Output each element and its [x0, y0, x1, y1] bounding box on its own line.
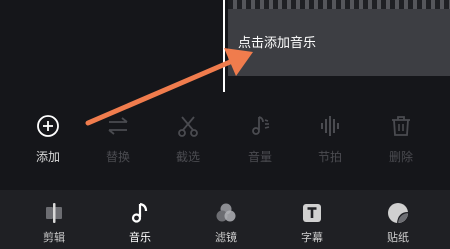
nav-item-music[interactable]: 音乐 [110, 190, 170, 249]
volume-button[interactable]: 音量 [230, 108, 290, 168]
delete-button[interactable]: 删除 [371, 108, 431, 168]
beat-button[interactable]: 节拍 [300, 108, 360, 168]
replace-label: 替换 [105, 150, 130, 164]
subtitle-icon [303, 204, 321, 222]
nav-label-sticker: 贴纸 [387, 231, 409, 244]
clip-edit-icon [46, 203, 62, 223]
beat-icon [321, 116, 339, 136]
volume-label: 音量 [247, 150, 272, 164]
delete-label: 删除 [388, 150, 413, 164]
trim-label: 截选 [175, 150, 200, 164]
music-note-icon [131, 202, 148, 223]
add-button[interactable]: 添加 [18, 108, 78, 168]
nav-label-filter: 滤镜 [215, 231, 237, 244]
filter-icon [216, 203, 236, 222]
add-music-label[interactable]: 点击添加音乐 [238, 32, 316, 51]
sticker-icon [388, 203, 409, 224]
nav-item-subtitle[interactable]: 字幕 [282, 190, 342, 249]
nav-label-music: 音乐 [129, 231, 151, 244]
nav-label-subtitle: 字幕 [301, 231, 323, 244]
nav-label-clip-edit: 剪辑 [43, 231, 65, 244]
nav-item-clip-edit[interactable]: 剪辑 [24, 190, 84, 249]
timeline[interactable]: 点击添加音乐 [0, 0, 450, 100]
volume-icon [252, 116, 270, 135]
music-track[interactable]: 点击添加音乐 [228, 0, 450, 76]
add-label: 添加 [35, 150, 60, 164]
trash-icon [392, 116, 410, 136]
beat-label: 节拍 [317, 150, 342, 164]
add-circle-icon [37, 115, 59, 137]
replace-button[interactable]: 替换 [88, 108, 148, 168]
playhead[interactable] [223, 0, 225, 92]
scissors-icon [178, 116, 198, 137]
track-film-strip [228, 0, 450, 9]
swap-icon [108, 117, 128, 135]
trim-button[interactable]: 截选 [158, 108, 218, 168]
bottom-nav: 剪辑 音乐 滤镜 字幕 贴纸 [0, 190, 450, 249]
nav-item-filter[interactable]: 滤镜 [196, 190, 256, 249]
nav-item-sticker[interactable]: 贴纸 [368, 190, 428, 249]
edit-toolbar: 添加 替换 截选 音量 节拍 删除 [0, 108, 450, 168]
